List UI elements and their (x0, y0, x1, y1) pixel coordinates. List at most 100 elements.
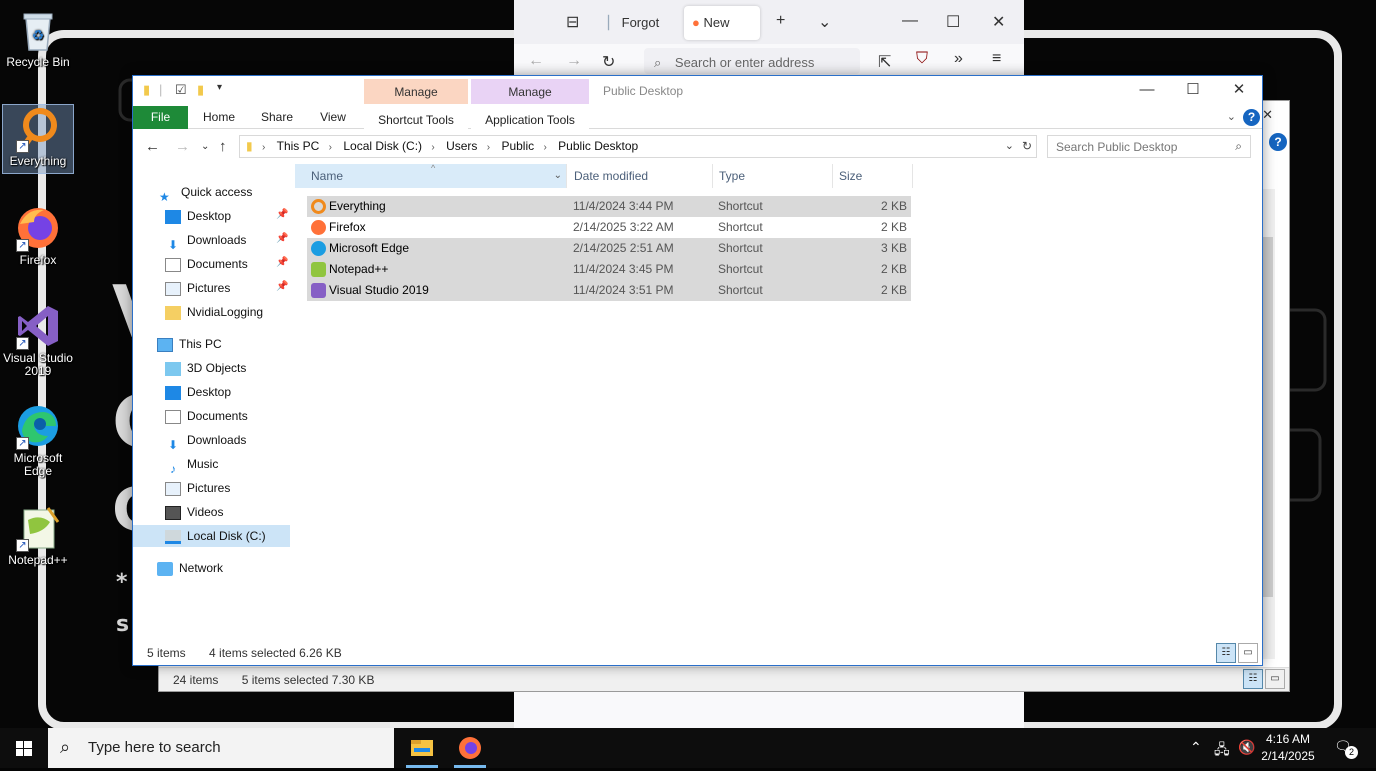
overflow-chevron-icon[interactable]: » (954, 50, 963, 68)
show-hidden-icons-chevron-icon[interactable]: ⌃ (1190, 739, 1202, 756)
nav-quick-desktop[interactable]: Desktop (165, 205, 231, 227)
details-view-button[interactable]: ☷ (1216, 643, 1236, 663)
nav-pc-music[interactable]: ♪ Music (165, 453, 218, 476)
nav-pc-pictures[interactable]: Pictures (165, 477, 230, 499)
qat-dropdown-icon[interactable]: ▾ (217, 82, 222, 93)
firefox-address-bar[interactable]: ⌕ Search or enter address (644, 48, 860, 74)
folder-icon (165, 305, 181, 320)
tab-view[interactable]: View (309, 106, 357, 129)
column-header-name[interactable]: Name ^ ⌄ (295, 163, 567, 188)
file-row-firefox[interactable]: Firefox 2/14/2025 3:22 AM Shortcut 2 KB (307, 217, 911, 238)
tab-list-chevron-icon[interactable]: ⌄ (818, 12, 831, 32)
desktop-icon-notepadpp[interactable]: ↗ Notepad++ (2, 504, 74, 567)
taskbar: ⌕ Type here to search ⌃ 🖧 🔇 4:16 AM 2/14… (0, 728, 1376, 768)
desktop-icon-visual-studio[interactable]: ↗ Visual Studio 2019 (2, 302, 74, 378)
maximize-button[interactable]: ☐ (1170, 76, 1216, 104)
pin-icon[interactable]: 📌 (276, 281, 288, 292)
nav-pc-videos[interactable]: Videos (165, 501, 223, 523)
nav-pc-documents[interactable]: Documents (165, 405, 248, 427)
taskbar-search-box[interactable]: ⌕ Type here to search (48, 728, 394, 768)
scrollbar[interactable] (1261, 189, 1275, 659)
details-view-button[interactable]: ☷ (1243, 669, 1263, 689)
address-dropdown-icon[interactable]: ⌄ (1005, 139, 1014, 152)
file-row-visual-studio[interactable]: Visual Studio 2019 11/4/2024 3:51 PM Sho… (307, 280, 911, 301)
file-row-notepadpp[interactable]: Notepad++ 11/4/2024 3:45 PM Shortcut 2 K… (307, 259, 911, 280)
forward-icon[interactable]: → (566, 52, 582, 70)
nav-quick-access[interactable]: ★ Quick access (159, 181, 252, 204)
nav-quick-documents[interactable]: Documents (165, 253, 248, 275)
extensions-icon[interactable]: ⇱ (878, 52, 891, 72)
file-row-everything[interactable]: Everything 11/4/2024 3:44 PM Shortcut 2 … (307, 196, 911, 217)
minimize-button[interactable]: — (1124, 76, 1170, 104)
tab-file[interactable]: File (133, 106, 188, 129)
nav-pc-3d-objects[interactable]: 3D Objects (165, 357, 246, 379)
close-icon[interactable]: ✕ (992, 12, 1005, 32)
properties-icon[interactable]: ☑ (175, 82, 187, 98)
breadcrumb-users[interactable]: Users (446, 139, 477, 153)
breadcrumb-this-pc[interactable]: This PC (277, 139, 320, 153)
new-folder-icon[interactable]: ▮ (197, 82, 204, 98)
recent-chevron-icon[interactable]: ⌄ (201, 141, 209, 152)
ublock-icon[interactable]: ⛉ (916, 50, 928, 68)
documents-icon (165, 409, 181, 424)
nav-pc-desktop[interactable]: Desktop (165, 381, 231, 403)
column-header-type[interactable]: Type (713, 164, 833, 188)
ribbon-expand-chevron-icon[interactable]: ⌄ (1227, 110, 1236, 123)
nav-network[interactable]: Network (157, 557, 223, 579)
nav-pc-local-disk[interactable]: Local Disk (C:) (133, 525, 290, 547)
nav-quick-downloads[interactable]: ⬇ Downloads (165, 229, 246, 252)
chevron-right-icon: › (486, 142, 491, 153)
firefox-tab[interactable]: ▏ Forgot (600, 6, 674, 40)
forward-icon[interactable]: → (175, 138, 190, 155)
maximize-icon[interactable]: ☐ (946, 12, 960, 32)
tab-share[interactable]: Share (249, 106, 305, 129)
close-icon[interactable]: ✕ (1262, 107, 1273, 123)
breadcrumb-public[interactable]: Public (501, 139, 534, 153)
tab-home[interactable]: Home (193, 106, 245, 129)
tiles-view-button[interactable]: ▭ (1238, 643, 1258, 663)
network-status-icon[interactable]: 🖧 (1214, 739, 1230, 763)
action-center-button[interactable]: 🗨 2 (1334, 738, 1358, 759)
reload-icon[interactable]: ↻ (602, 52, 615, 72)
address-bar[interactable]: ▮ › This PC › Local Disk (C:) › Users › … (239, 135, 1037, 158)
file-row-microsoft-edge[interactable]: Microsoft Edge 2/14/2025 2:51 AM Shortcu… (307, 238, 911, 259)
scrollbar-thumb[interactable] (1263, 237, 1273, 597)
column-header-date[interactable]: Date modified (568, 164, 713, 188)
firefox-tab-active[interactable]: ● New (684, 6, 760, 40)
nav-pc-downloads[interactable]: ⬇ Downloads (165, 429, 246, 452)
tab-application-tools[interactable]: Application Tools (471, 106, 589, 129)
clock[interactable]: 4:16 AM 2/14/2025 (1252, 731, 1324, 765)
taskbar-firefox[interactable] (450, 728, 490, 768)
file-type: Shortcut (718, 241, 763, 255)
desktop-icon-everything[interactable]: ↗ Everything (2, 104, 74, 174)
search-input[interactable]: Search Public Desktop ⌕ (1047, 135, 1251, 158)
new-tab-icon[interactable]: + (776, 12, 785, 30)
minimize-icon[interactable]: — (902, 12, 918, 30)
start-button[interactable] (0, 728, 48, 768)
tab-shortcut-tools[interactable]: Shortcut Tools (364, 106, 468, 129)
breadcrumb-public-desktop[interactable]: Public Desktop (558, 139, 638, 153)
tiles-view-button[interactable]: ▭ (1265, 669, 1285, 689)
column-dropdown-icon[interactable]: ⌄ (554, 164, 562, 188)
up-icon[interactable]: ↑ (219, 138, 227, 155)
firefox-view-icon[interactable]: ⊟ (566, 12, 579, 32)
nav-quick-nvidialogging[interactable]: NvidiaLogging (165, 301, 263, 323)
desktop-icon-firefox[interactable]: ↗ Firefox (2, 204, 74, 267)
taskbar-file-explorer[interactable] (402, 728, 442, 768)
pin-icon[interactable]: 📌 (276, 209, 288, 220)
help-icon[interactable]: ? (1269, 133, 1287, 151)
help-icon[interactable]: ? (1243, 109, 1260, 126)
column-header-size[interactable]: Size (833, 164, 913, 188)
desktop-icon-recycle-bin[interactable]: ♻ Recycle Bin (2, 6, 74, 69)
close-button[interactable]: ✕ (1216, 76, 1262, 104)
pin-icon[interactable]: 📌 (276, 257, 288, 268)
nav-this-pc[interactable]: This PC (157, 333, 222, 355)
back-icon[interactable]: ← (528, 52, 544, 70)
menu-icon[interactable]: ≡ (992, 50, 1001, 68)
refresh-icon[interactable]: ↻ (1022, 139, 1032, 153)
breadcrumb-local-disk[interactable]: Local Disk (C:) (343, 139, 422, 153)
back-icon[interactable]: ← (145, 138, 160, 155)
nav-quick-pictures[interactable]: Pictures (165, 277, 230, 299)
pin-icon[interactable]: 📌 (276, 233, 288, 244)
desktop-icon-edge[interactable]: ↗ Microsoft Edge (2, 402, 74, 478)
